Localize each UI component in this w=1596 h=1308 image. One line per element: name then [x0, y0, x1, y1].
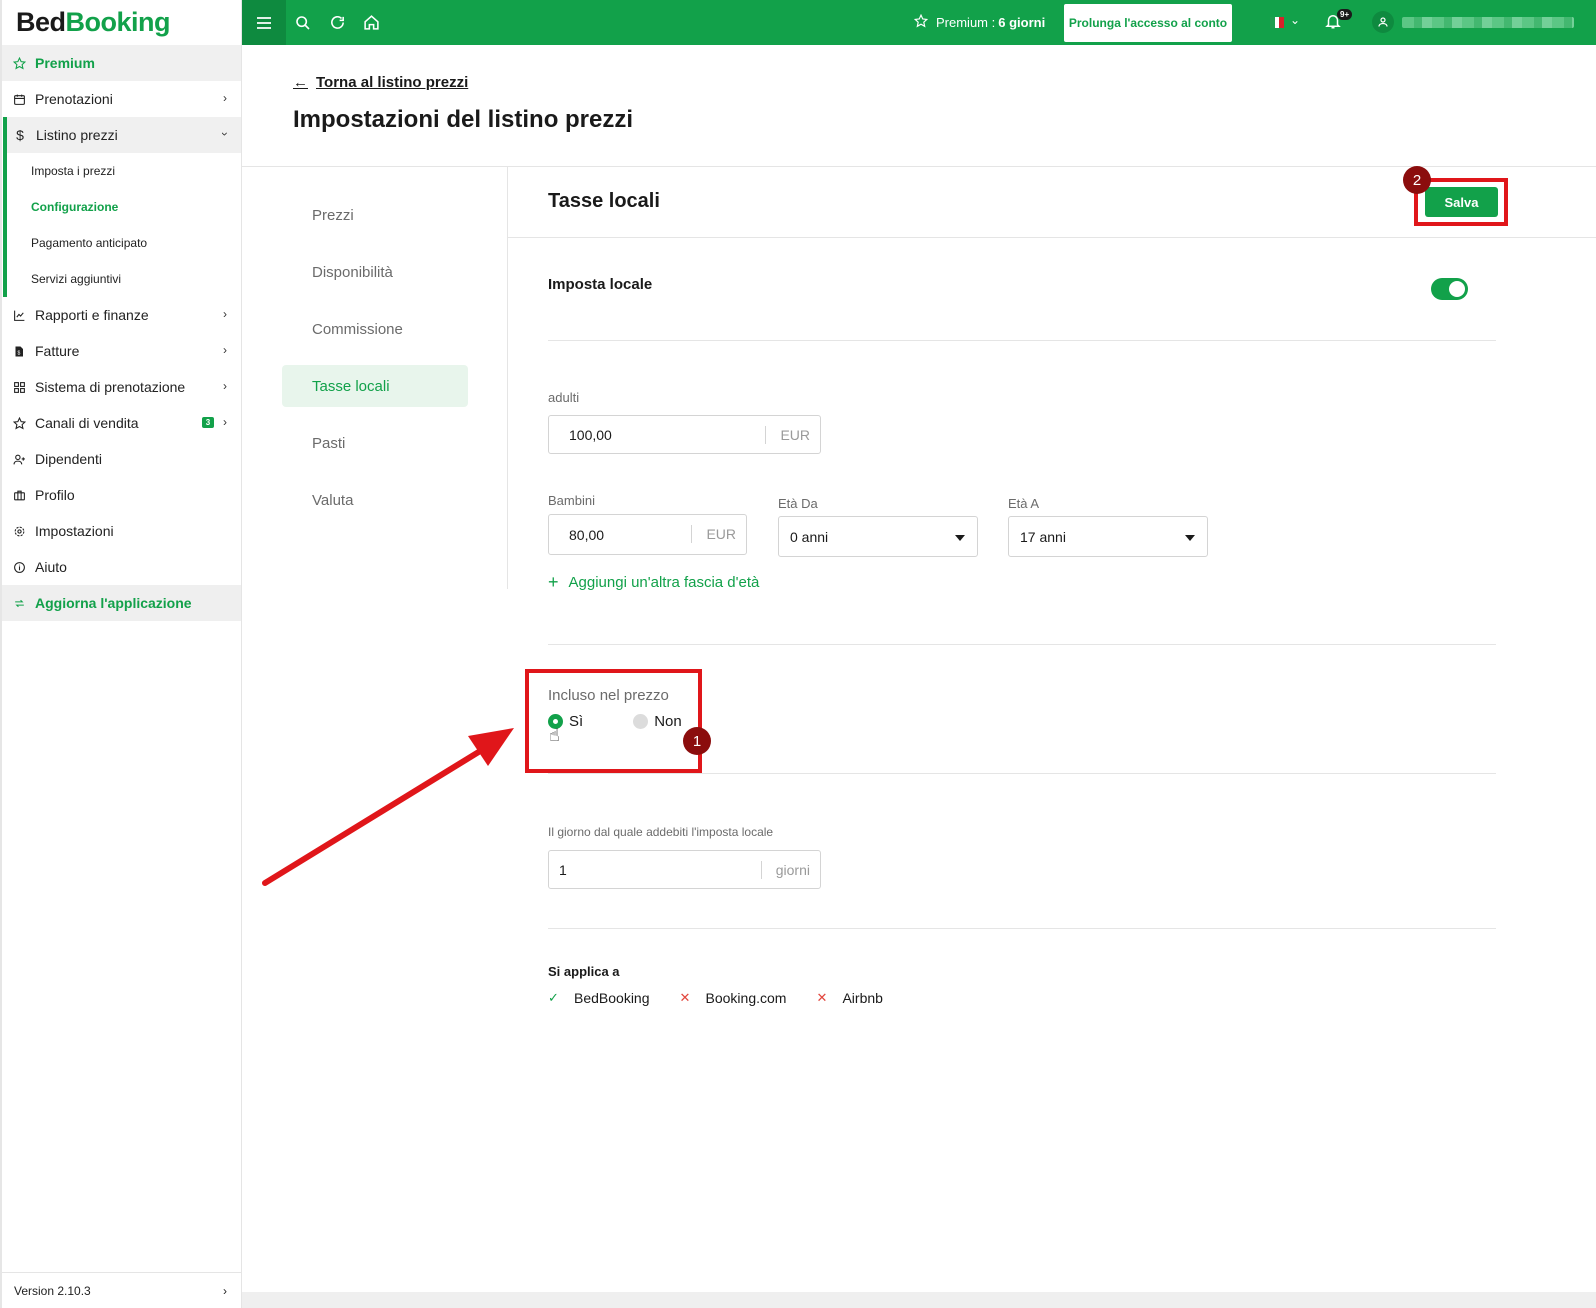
footer-strip: [242, 1292, 1596, 1308]
annotation-arrow-icon: [262, 728, 514, 886]
